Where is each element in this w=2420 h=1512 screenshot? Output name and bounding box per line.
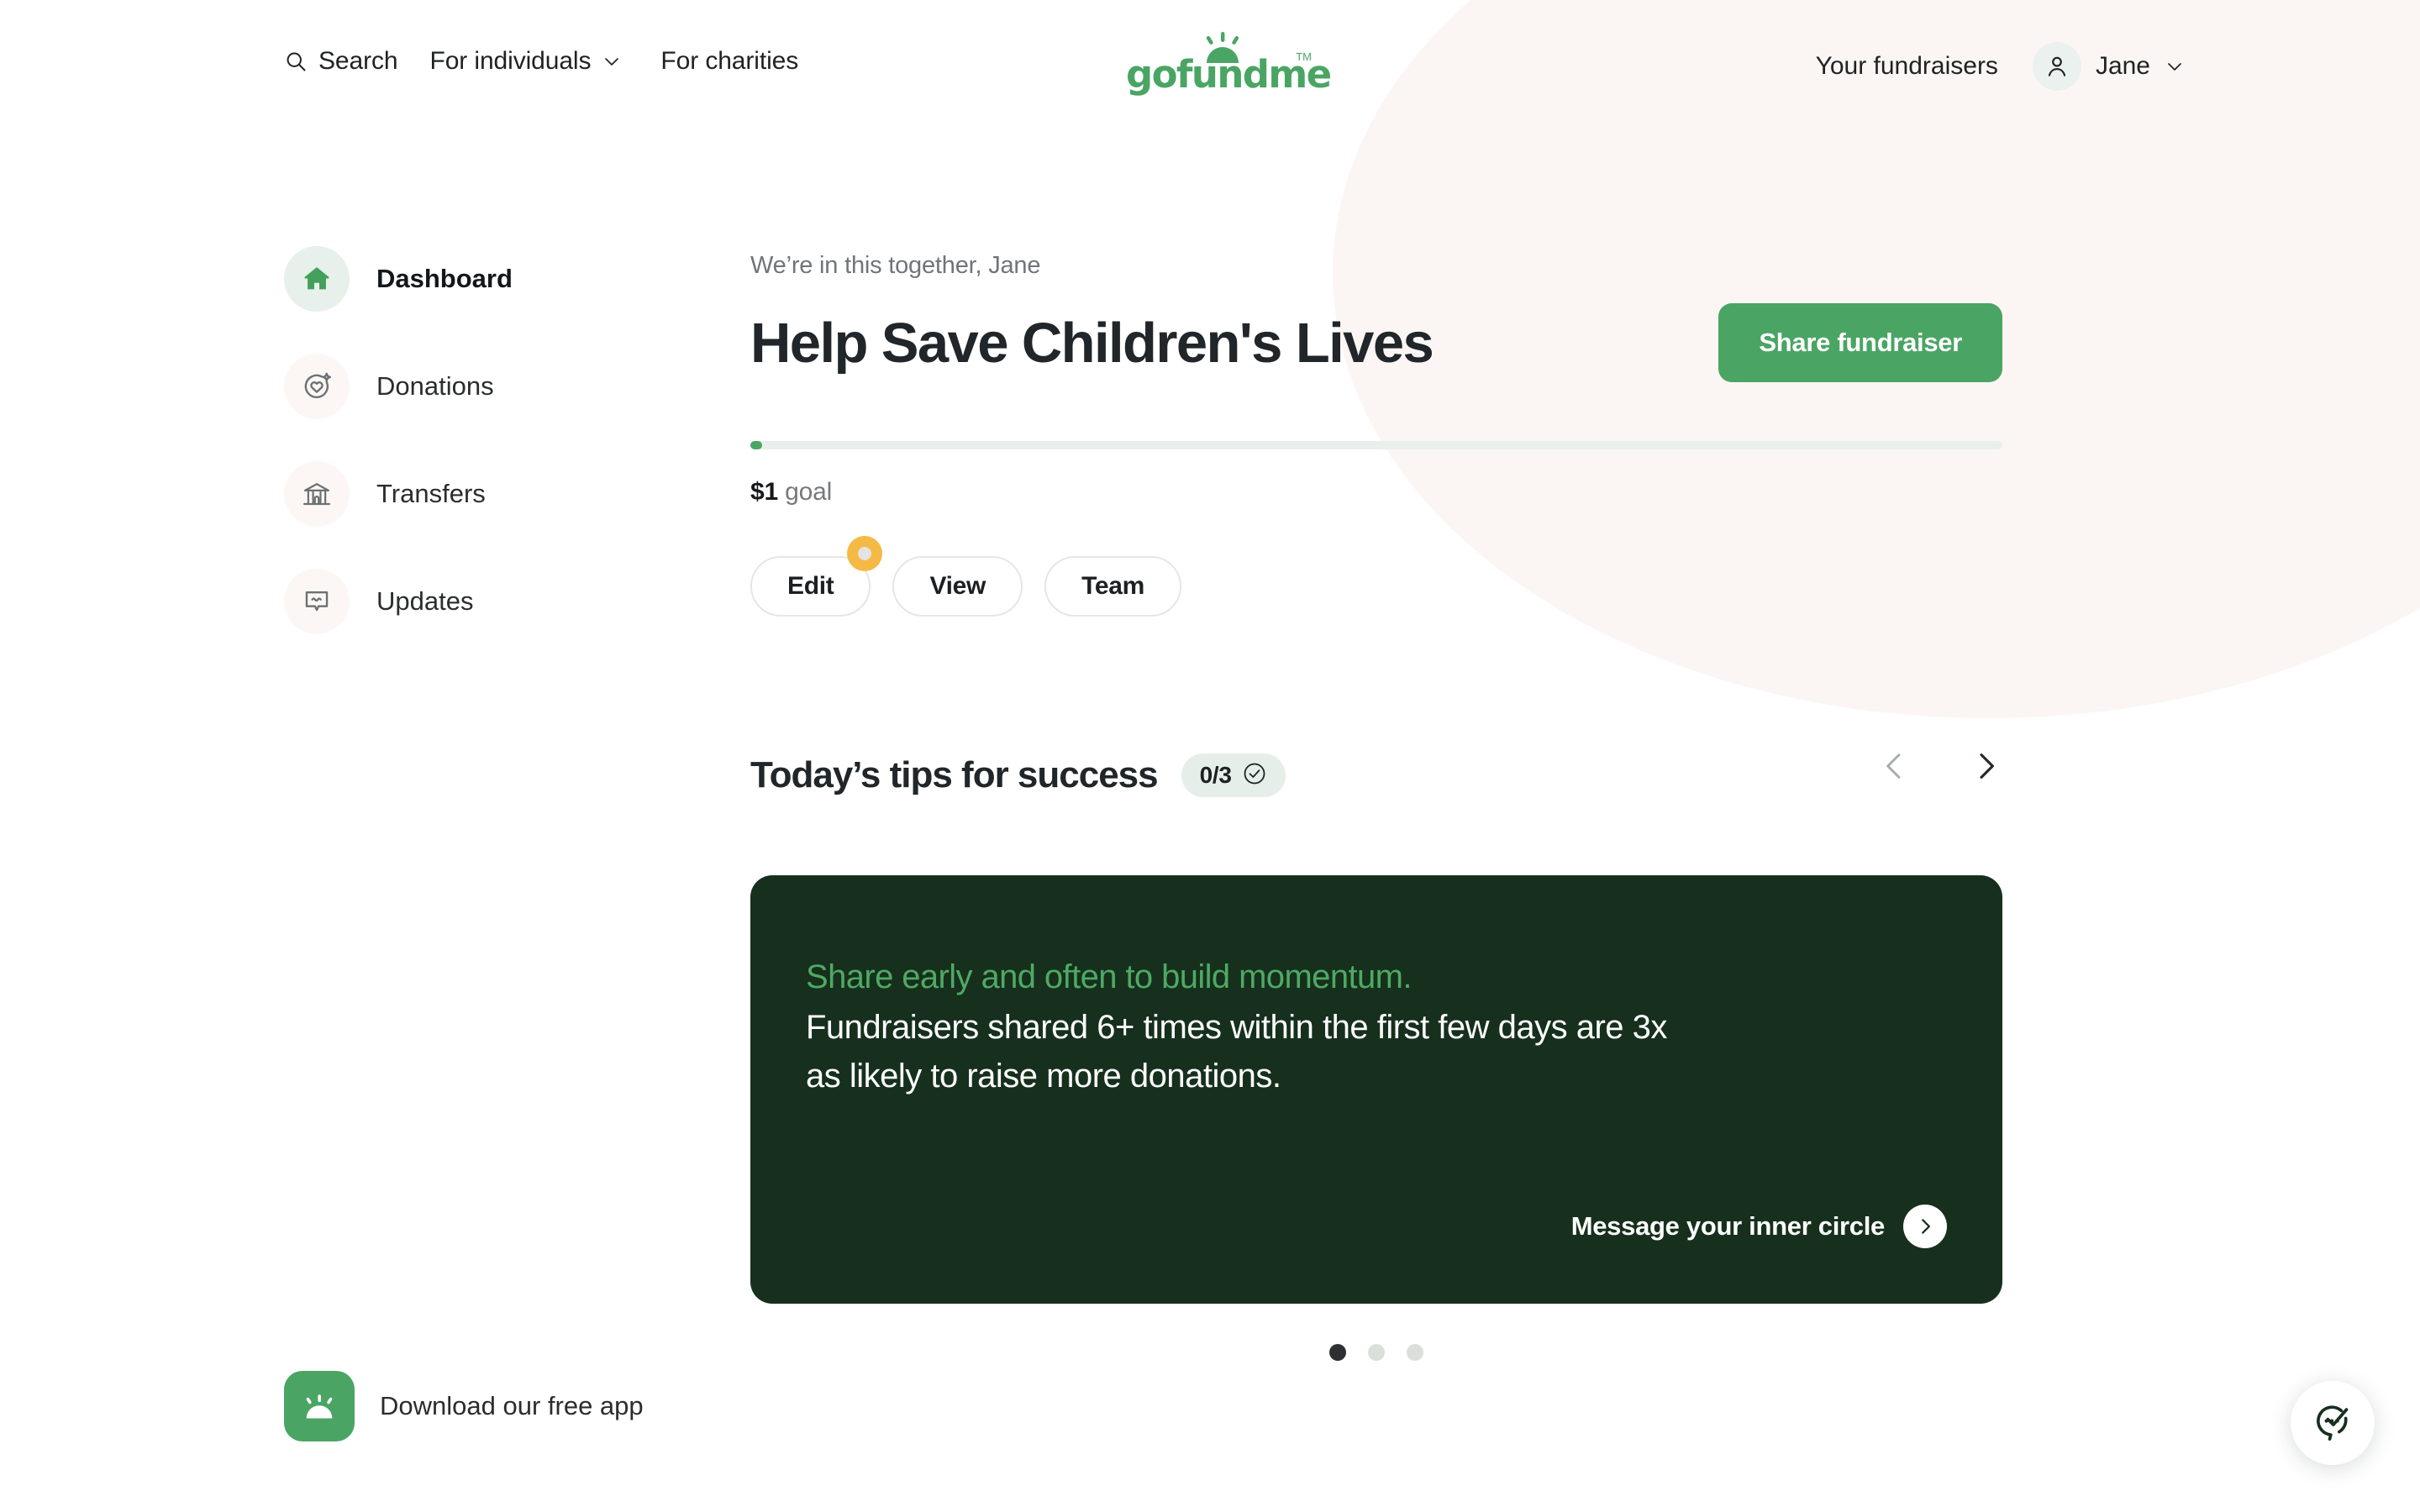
- gofundme-app-icon: [284, 1371, 355, 1441]
- home-icon: [284, 246, 350, 312]
- gofundme-dashboard-page: Search For individuals For charities gof…: [0, 0, 2420, 1512]
- chevron-down-icon: [602, 51, 622, 71]
- tips-progress-badge: 0/3: [1181, 753, 1286, 797]
- carousel-dot[interactable]: [1329, 1344, 1346, 1361]
- sidebar-item-dashboard[interactable]: Dashboard: [284, 246, 637, 312]
- chevron-down-icon: [2165, 56, 2185, 76]
- your-fundraisers-link[interactable]: Your fundraisers: [1816, 52, 1998, 81]
- tips-counter: 0/3: [1199, 762, 1232, 788]
- nav-search-label: Search: [318, 47, 398, 75]
- goal-amount: $1: [750, 478, 778, 506]
- sidebar-item-transfers[interactable]: Transfers: [284, 461, 637, 527]
- donation-heart-icon: [284, 354, 350, 419]
- carousel-dot[interactable]: [1407, 1344, 1423, 1361]
- goal-progress-bar: [750, 441, 2002, 449]
- download-app-link[interactable]: Download our free app: [284, 1371, 644, 1441]
- download-app-label: Download our free app: [380, 1391, 644, 1420]
- fundraiser-action-buttons: Edit View Team: [750, 536, 2002, 617]
- arrow-right-icon: [1903, 1205, 1947, 1248]
- primary-nav: Search For individuals For charities: [284, 47, 798, 76]
- message-inner-circle-button[interactable]: Message your inner circle: [1571, 1205, 1947, 1248]
- title-row: Help Save Children's Lives Share fundrai…: [750, 303, 2002, 397]
- nav-for-charities[interactable]: For charities: [660, 47, 798, 76]
- goal-progress-fill: [750, 441, 762, 449]
- nav-for-individuals[interactable]: For individuals: [429, 47, 622, 76]
- tip-card[interactable]: Share early and often to build momentum.…: [750, 875, 2002, 1304]
- tips-prev-button[interactable]: [1878, 749, 1912, 783]
- gofundme-logo[interactable]: gofundme TM: [1126, 32, 1332, 97]
- sidebar-item-label: Donations: [376, 371, 494, 401]
- tip-body: Fundraisers shared 6+ times within the f…: [806, 1009, 1667, 1095]
- site-header: Search For individuals For charities gof…: [0, 0, 2420, 141]
- support-chat-button[interactable]: [2291, 1381, 2375, 1465]
- support-chat-check-icon: [2311, 1399, 2354, 1447]
- tips-carousel-dots: [750, 1344, 2002, 1361]
- sidebar-item-donations[interactable]: Donations: [284, 354, 637, 419]
- search-icon: [284, 50, 308, 73]
- avatar: [2032, 42, 2081, 91]
- greeting-text: We’re in this together, Jane: [750, 252, 1041, 279]
- goal-text: $1 goal: [750, 478, 2002, 507]
- check-circle-icon: [1242, 761, 1267, 790]
- tip-cta-label: Message your inner circle: [1570, 1211, 1886, 1241]
- edit-button[interactable]: Edit: [750, 536, 883, 617]
- sidebar-nav: Dashboard Donations Transfers Updates: [284, 246, 637, 676]
- goal-suffix: goal: [785, 478, 833, 506]
- share-fundraiser-button[interactable]: Share fundraiser: [1718, 303, 2002, 382]
- edit-button-label: Edit: [787, 572, 834, 600]
- view-button[interactable]: View: [892, 556, 1023, 617]
- bank-icon: [284, 461, 350, 527]
- sidebar-item-updates[interactable]: Updates: [284, 569, 637, 634]
- sidebar-item-label: Updates: [376, 586, 474, 616]
- chat-bubble-icon: [284, 569, 350, 634]
- edit-notification-badge: [847, 536, 883, 571]
- account-nav: Your fundraisers Jane: [1816, 42, 2185, 91]
- sidebar-item-label: Transfers: [376, 479, 486, 508]
- tip-headline: Share early and often to build momentum.: [806, 958, 1412, 995]
- nav-for-individuals-label: For individuals: [429, 47, 592, 75]
- nav-for-charities-label: For charities: [660, 47, 799, 75]
- tips-next-button[interactable]: [1969, 749, 2002, 783]
- carousel-dot[interactable]: [1368, 1344, 1385, 1361]
- sidebar-item-label: Dashboard: [376, 264, 513, 293]
- account-menu[interactable]: Jane: [2032, 42, 2185, 91]
- account-name: Jane: [2095, 52, 2150, 80]
- trademark-mark: TM: [1296, 50, 1312, 63]
- nav-search[interactable]: Search: [284, 47, 398, 76]
- main-content: We’re in this together, Jane Help Save C…: [750, 252, 2002, 1361]
- team-button[interactable]: Team: [1044, 556, 1182, 617]
- tips-title: Today’s tips for success: [750, 754, 1159, 795]
- tips-header: Today’s tips for success 0/3: [750, 746, 2002, 805]
- tips-carousel-nav: [1878, 749, 2002, 783]
